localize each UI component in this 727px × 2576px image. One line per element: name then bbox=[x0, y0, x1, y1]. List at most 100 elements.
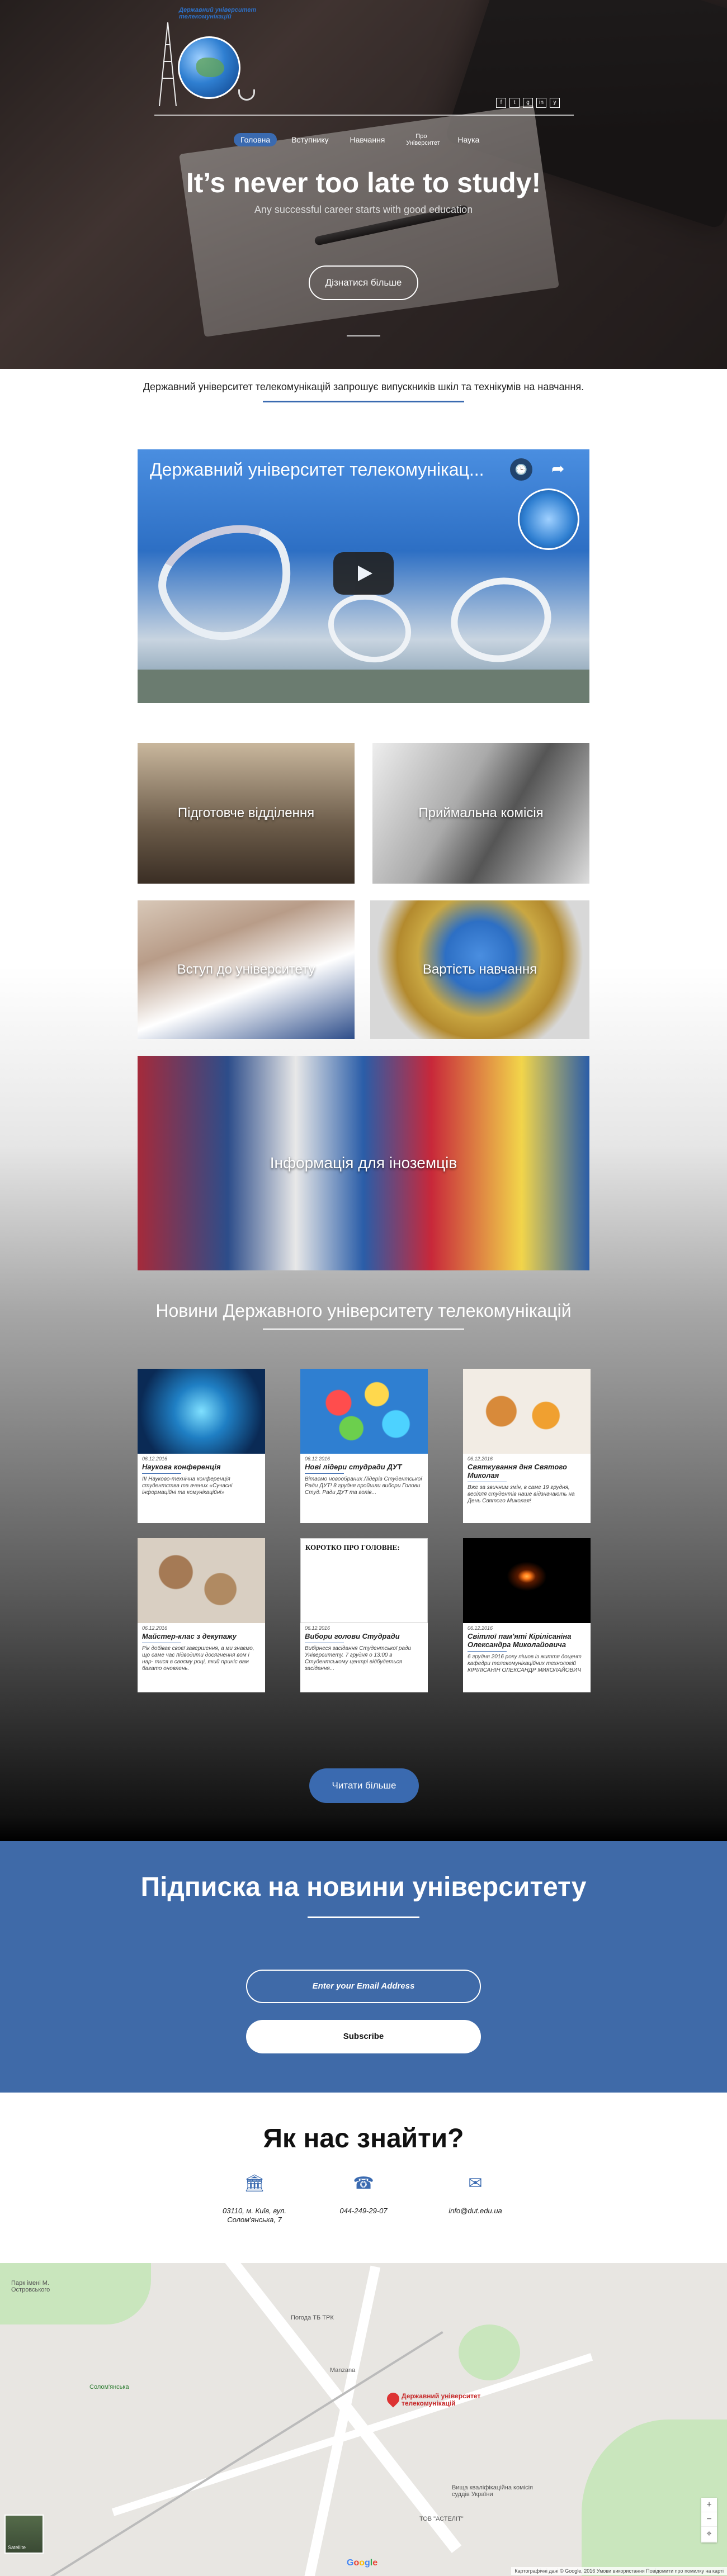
news-date: 06.12.2016 bbox=[468, 1456, 493, 1462]
learn-more-button[interactable]: Дізнатися більше bbox=[309, 265, 418, 300]
share-icon[interactable]: ➦ bbox=[551, 459, 564, 478]
header-divider bbox=[154, 115, 574, 116]
satellite-dish-image bbox=[444, 570, 558, 670]
video-player[interactable]: Державний університет телекомунікац... 🕒… bbox=[138, 449, 589, 703]
tile-label: Вступ до університету bbox=[177, 962, 315, 977]
news-date: 06.12.2016 bbox=[468, 1625, 493, 1631]
video-ground bbox=[138, 670, 589, 703]
email-block: ✉ info@dut.edu.ua bbox=[425, 2174, 526, 2216]
candle-image bbox=[463, 1538, 591, 1623]
news-excerpt: Вибірнеся засідання Студентської ради Ун… bbox=[305, 1645, 412, 1672]
tile-entry[interactable]: Вступ до університету bbox=[138, 900, 355, 1039]
map-label: Вища кваліфікаційна комісія суддів Украї… bbox=[452, 2484, 533, 2498]
news-divider bbox=[142, 1473, 181, 1474]
envelope-icon: ✉ bbox=[468, 2174, 483, 2193]
email-text[interactable]: info@dut.edu.ua bbox=[425, 2207, 526, 2216]
map-label: Погода ТБ ТРК bbox=[291, 2314, 334, 2321]
satellite-dish-image bbox=[145, 507, 309, 660]
news-headline[interactable]: Вибори голови Студради bbox=[300, 1631, 428, 1640]
main-nav: Головна Вступнику Навчання Про Університ… bbox=[234, 130, 494, 150]
satellite-dish-image bbox=[320, 585, 419, 672]
read-more-button[interactable]: Читати більше bbox=[309, 1768, 419, 1803]
nav-about[interactable]: Про Університет bbox=[399, 130, 443, 150]
twitter-icon[interactable]: t bbox=[509, 98, 520, 108]
youtube-icon[interactable]: y bbox=[550, 98, 560, 108]
subscribe-underline bbox=[308, 1916, 419, 1918]
zoom-in-icon[interactable]: + bbox=[701, 2498, 717, 2512]
news-excerpt: Вітаємо новообраних Лідерів Студентської… bbox=[305, 1476, 422, 1496]
map-marker-icon[interactable] bbox=[384, 2390, 402, 2408]
news-card[interactable]: 06.12.2016 Святкування дня Святого Микол… bbox=[463, 1369, 591, 1523]
video-logo bbox=[518, 488, 579, 550]
news-card[interactable]: 06.12.2016 Майстер-клас з декупажу Рік д… bbox=[138, 1538, 265, 1692]
news-card[interactable]: 06.12.2016 Наукова конференція ІІІ Науко… bbox=[138, 1369, 265, 1523]
nav-study[interactable]: Навчання bbox=[343, 133, 392, 146]
news-card[interactable]: КОРОТКО ПРО ГОЛОВНЕ: 06.12.2016 Вибори г… bbox=[300, 1538, 428, 1692]
news-headline[interactable]: Майстер-клас з декупажу bbox=[138, 1631, 265, 1640]
google-map[interactable]: Парк імені М. Островського Солом'янська … bbox=[0, 2263, 727, 2576]
facebook-icon[interactable]: f bbox=[496, 98, 506, 108]
news-image bbox=[463, 1369, 591, 1454]
logo-text: Державний університет телекомунікацій bbox=[179, 7, 257, 20]
news-underline bbox=[263, 1329, 464, 1330]
news-divider bbox=[468, 1651, 507, 1652]
linkedin-icon[interactable]: in bbox=[536, 98, 546, 108]
news-divider bbox=[305, 1473, 344, 1474]
contacts-section: Як нас знайти? 🏛 03110, м. Київ, вул. Со… bbox=[0, 2093, 727, 2263]
play-button-icon[interactable] bbox=[333, 552, 394, 595]
social-links: f t g in y bbox=[496, 98, 560, 108]
zoom-out-icon[interactable]: − bbox=[701, 2512, 717, 2527]
tile-label: Підготовче відділення bbox=[177, 805, 315, 820]
news-image bbox=[300, 1369, 428, 1454]
tile-label: Вартість навчання bbox=[422, 962, 537, 977]
hero-subtitle: Any successful career starts with good e… bbox=[254, 204, 473, 215]
dish-icon bbox=[238, 89, 255, 101]
nav-applicant[interactable]: Вступнику bbox=[285, 133, 335, 146]
news-date: 06.12.2016 bbox=[305, 1456, 331, 1462]
news-card[interactable]: 06.12.2016 Нові лідери студради ДУТ Віта… bbox=[300, 1369, 428, 1523]
news-headline[interactable]: Святкування дня Святого Миколая bbox=[463, 1462, 591, 1479]
map-label: Парк імені М. Островського bbox=[11, 2280, 50, 2293]
intro-text: Державний університет телекомунікацій за… bbox=[143, 381, 584, 392]
map-park bbox=[0, 2263, 151, 2324]
news-excerpt: 6 грудня 2016 року пішов із життя доцент… bbox=[468, 1654, 582, 1673]
tile-label: Інформація для іноземців bbox=[270, 1154, 457, 1171]
map-zoom-controls: + − ⌖ bbox=[701, 2498, 717, 2542]
tower-icon bbox=[159, 22, 177, 106]
news-image: КОРОТКО ПРО ГОЛОВНЕ: bbox=[300, 1538, 428, 1623]
hero-title: It’s never too late to study! bbox=[186, 167, 541, 198]
tile-admissions[interactable]: Приймальна комісія bbox=[372, 743, 589, 884]
map-attribution: Картографічні дані © Google, 2016 Умови … bbox=[511, 2567, 727, 2575]
map-road bbox=[300, 2265, 381, 2576]
phone-block: ☎ 044-249-29-07 bbox=[313, 2174, 414, 2216]
news-excerpt: Вже за звичним змін, в саме 19 грудня, в… bbox=[468, 1484, 575, 1504]
video-title[interactable]: Державний університет телекомунікац... bbox=[150, 459, 484, 480]
compass-icon[interactable]: ⌖ bbox=[701, 2527, 717, 2541]
watch-later-icon[interactable]: 🕒 bbox=[510, 458, 532, 481]
news-date: 06.12.2016 bbox=[305, 1625, 331, 1631]
intro-section: Державний університет телекомунікацій за… bbox=[0, 369, 727, 419]
news-title: Новини Державного університету телекомун… bbox=[155, 1301, 572, 1321]
tile-preparatory[interactable]: Підготовче відділення bbox=[138, 743, 355, 884]
map-label: Manzana bbox=[330, 2367, 356, 2374]
google-plus-icon[interactable]: g bbox=[523, 98, 533, 108]
news-headline[interactable]: Світлої пам'яті Кірілісаніна Олександра … bbox=[463, 1631, 591, 1649]
news-headline[interactable]: Наукова конференція bbox=[138, 1462, 265, 1471]
globe-icon bbox=[178, 36, 240, 99]
news-image bbox=[138, 1538, 265, 1623]
email-input[interactable]: Enter your Email Address bbox=[246, 1970, 481, 2003]
phone-text[interactable]: 044-249-29-07 bbox=[313, 2207, 414, 2216]
news-card[interactable]: 06.12.2016 Світлої пам'яті Кірілісаніна … bbox=[463, 1538, 591, 1692]
map-marker-label[interactable]: Державний університет телекомунікацій bbox=[402, 2393, 502, 2407]
university-logo[interactable]: Державний університет телекомунікацій bbox=[154, 6, 266, 109]
address-block: 🏛 03110, м. Київ, вул. Солом'янська, 7 bbox=[201, 2174, 308, 2224]
news-image-caption: КОРОТКО ПРО ГОЛОВНЕ: bbox=[305, 1543, 400, 1552]
subscribe-button[interactable]: Subscribe bbox=[246, 2020, 481, 2053]
subscribe-section: Підписка на новини університету Enter yo… bbox=[0, 1841, 727, 2093]
nav-home[interactable]: Головна bbox=[234, 133, 277, 146]
nav-science[interactable]: Наука bbox=[451, 133, 486, 146]
map-park bbox=[459, 2324, 520, 2380]
tile-foreigners[interactable]: Інформація для іноземців bbox=[138, 1056, 589, 1270]
news-headline[interactable]: Нові лідери студради ДУТ bbox=[300, 1462, 428, 1471]
tile-tuition[interactable]: Вартість навчання bbox=[370, 900, 589, 1039]
